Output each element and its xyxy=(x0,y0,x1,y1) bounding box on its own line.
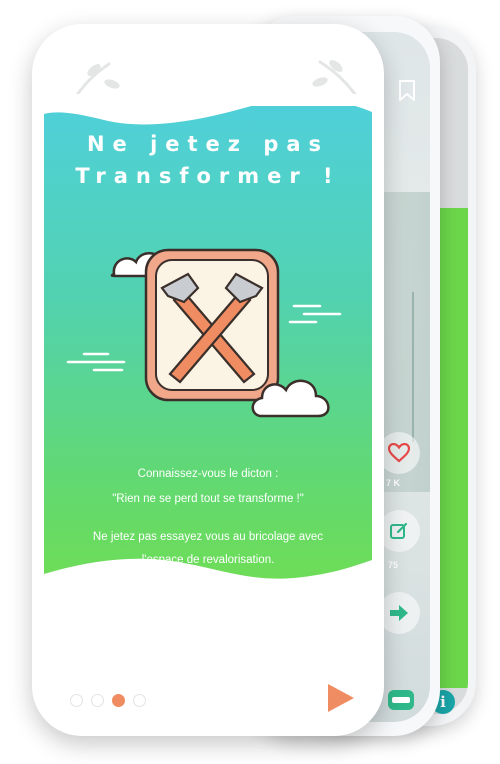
bookmark-icon[interactable] xyxy=(398,80,416,102)
edit-count: 75 xyxy=(388,560,399,570)
next-arrow-button[interactable] xyxy=(324,682,356,714)
heart-icon xyxy=(388,443,410,463)
crossed-hammers-icon xyxy=(66,248,342,418)
dicton-quote-text: "Rien ne se perd tout se transforme !" xyxy=(112,493,304,505)
top-wave xyxy=(44,94,372,125)
edit-icon xyxy=(390,522,408,539)
like-button[interactable] xyxy=(378,432,420,474)
onboarding-title-line2: Transformer ! xyxy=(75,164,341,188)
page-dot[interactable] xyxy=(91,694,104,707)
onboarding-screen: Ne jetez pas Transformer ! Connaissez-vo… xyxy=(44,36,372,720)
likes-count: 7 K xyxy=(386,478,401,488)
tab-icon[interactable] xyxy=(388,690,414,710)
onboarding-title-line1: Ne jetez pas xyxy=(86,132,330,156)
description-line1: Ne jetez pas essayez vous au bricolage a… xyxy=(92,531,324,543)
leaf-decoration-right-icon xyxy=(312,60,360,100)
page-dot[interactable] xyxy=(70,694,83,707)
arrow-right-icon xyxy=(390,605,408,621)
page-dot-active[interactable] xyxy=(112,694,125,707)
description-line2: l'espace de revalorisation. xyxy=(141,554,275,566)
edit-button[interactable] xyxy=(378,510,420,552)
dicton-intro-text: Connaissez-vous le dicton : xyxy=(137,468,279,480)
page-dot[interactable] xyxy=(133,694,146,707)
background-photo-stem xyxy=(412,292,414,442)
page-indicator xyxy=(70,694,146,707)
share-button[interactable] xyxy=(378,592,420,634)
